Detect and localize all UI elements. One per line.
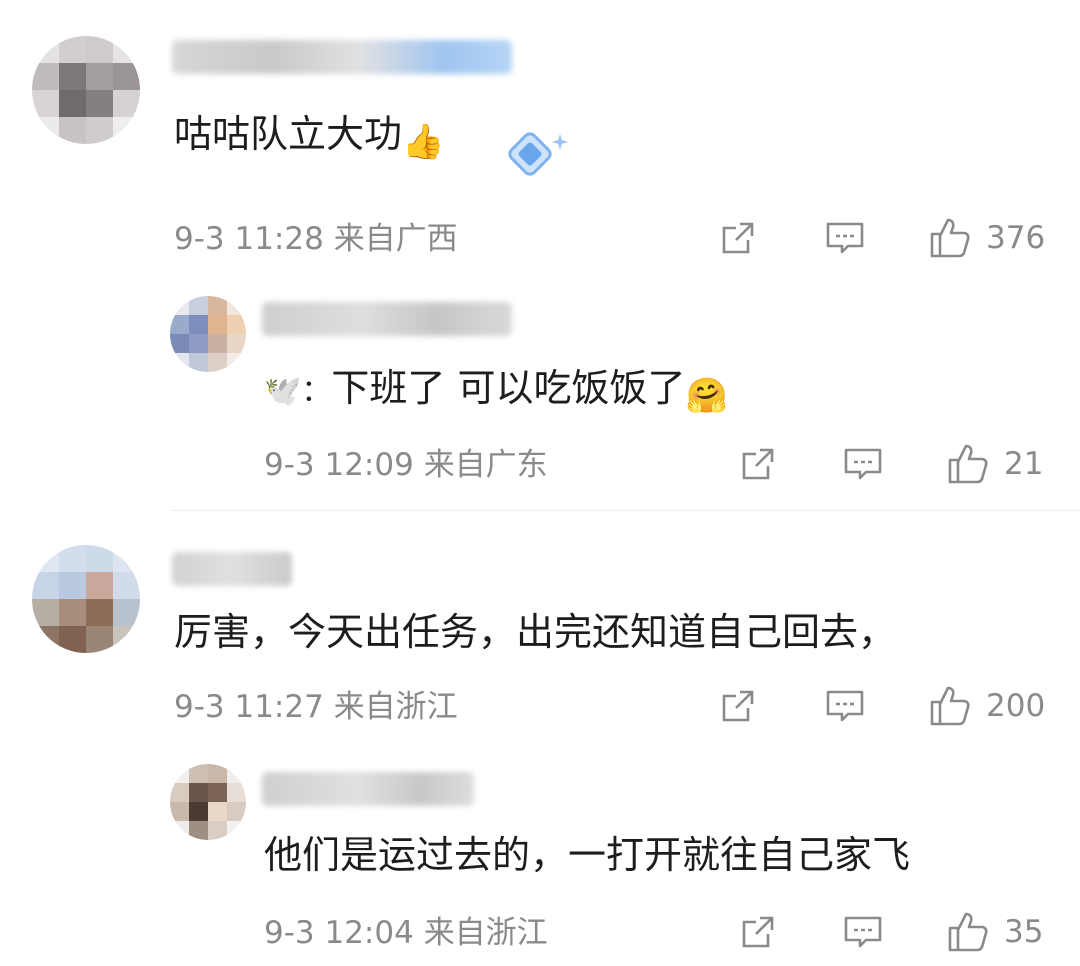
reply-button[interactable] xyxy=(842,444,884,484)
username[interactable] xyxy=(262,302,512,336)
avatar[interactable] xyxy=(32,36,140,144)
username[interactable] xyxy=(172,552,292,586)
badge-icon xyxy=(500,128,572,192)
like-icon xyxy=(930,218,970,258)
like-button[interactable]: 35 xyxy=(946,910,1043,954)
comment-text: 厉害，今天出任务，出完还知道自己回去， xyxy=(174,610,897,654)
thumbs-up-emoji: 👍 xyxy=(402,122,445,162)
reply-button[interactable] xyxy=(824,686,866,726)
share-button[interactable] xyxy=(738,912,778,952)
comment-icon xyxy=(844,448,882,480)
share-icon xyxy=(722,222,754,254)
avatar[interactable] xyxy=(170,764,246,840)
dove-prefix: 🕊️： xyxy=(264,374,332,409)
like-button[interactable]: 376 xyxy=(928,216,1045,260)
comment-icon xyxy=(826,222,864,254)
share-button[interactable] xyxy=(718,218,758,258)
hugging-emoji: 🤗 xyxy=(685,376,728,416)
like-count: 376 xyxy=(986,220,1046,256)
comment-text: 咕咕队立大功👍 xyxy=(174,112,445,162)
avatar[interactable] xyxy=(170,296,246,372)
like-count: 200 xyxy=(986,688,1046,724)
reply-text: 他们是运过去的，一打开就往自己家飞 xyxy=(264,833,911,877)
like-count: 35 xyxy=(1004,914,1044,950)
like-count: 21 xyxy=(1004,446,1044,482)
username[interactable] xyxy=(262,772,474,806)
like-button[interactable]: 200 xyxy=(928,684,1045,728)
share-icon xyxy=(742,916,774,948)
like-icon xyxy=(948,444,988,484)
reply-text: 🕊️：下班了 可以吃饭饭了🤗 xyxy=(264,366,728,416)
like-button[interactable]: 21 xyxy=(946,442,1043,486)
share-icon xyxy=(742,448,774,480)
comment-icon xyxy=(826,690,864,722)
divider xyxy=(172,510,1080,511)
like-icon xyxy=(948,912,988,952)
share-icon xyxy=(722,690,754,722)
comment-meta: 9-3 11:28 来自广西 xyxy=(174,221,458,257)
share-button[interactable] xyxy=(718,686,758,726)
share-button[interactable] xyxy=(738,444,778,484)
username[interactable] xyxy=(172,40,512,74)
comment-icon xyxy=(844,916,882,948)
reply-button[interactable] xyxy=(842,912,884,952)
reply-meta: 9-3 12:09 来自广东 xyxy=(264,447,548,483)
reply-button[interactable] xyxy=(824,218,866,258)
like-icon xyxy=(930,686,970,726)
reply-meta: 9-3 12:04 来自浙江 xyxy=(264,915,548,951)
avatar[interactable] xyxy=(32,545,140,653)
comment-meta: 9-3 11:27 来自浙江 xyxy=(174,689,458,725)
